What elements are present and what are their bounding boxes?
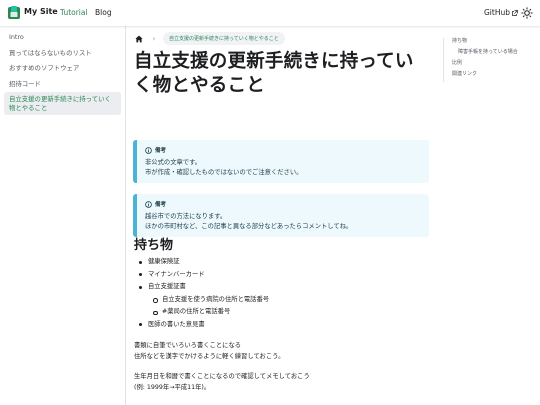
- external-link-icon: [512, 9, 518, 16]
- paragraph-line: (例: 1999年→平成11年)。: [134, 384, 211, 391]
- admonition-text: 市が作成・確認したものではないのでご注意ください。: [145, 168, 303, 176]
- docs-sidebar: Intro 買ってはならないものリスト おすすめのソフトウェア 招待コード 自立…: [0, 26, 126, 405]
- admonition-text: 越谷市での方法になります。: [145, 213, 227, 220]
- breadcrumb-current: 自立支援の更新手続きに持っていく物とやること: [163, 32, 285, 45]
- home-icon[interactable]: [133, 33, 145, 45]
- paragraph-line: 書類に自筆でいろいろ書くことになる: [134, 342, 242, 349]
- github-link[interactable]: GitHub: [484, 8, 518, 17]
- admonition-text: ほかの市町村など、この記事と異なる部分などあったらコメントしてね。: [145, 222, 353, 230]
- nav-link-tutorial[interactable]: Tutorial: [60, 8, 88, 17]
- nav-link-blog[interactable]: Blog: [95, 8, 112, 17]
- doc-content: › 自立支援の更新手続きに持っていく物とやること 自立支援の更新手続きに持ってい…: [133, 26, 433, 405]
- site-logo-icon[interactable]: [8, 6, 20, 19]
- toc-item-belongings[interactable]: 持ち物: [452, 38, 538, 45]
- toc-item-related-links[interactable]: 関連リンク: [452, 71, 538, 78]
- site-brand[interactable]: My Site: [24, 7, 58, 16]
- belongings-list: 健康保険証 マイナンバーカード 自立支援証書 自立支援を使う病院の住所と電話番号…: [134, 258, 430, 333]
- admonition-label: 備考: [155, 148, 167, 154]
- sidebar-item-recommended-software[interactable]: おすすめのソフトウェア: [4, 61, 121, 76]
- github-label: GitHub: [484, 8, 510, 17]
- section-heading: 持ち物: [134, 238, 174, 253]
- list-item: 自立支援証書: [134, 283, 430, 292]
- info-icon: [145, 146, 152, 154]
- info-icon: [145, 200, 152, 208]
- sidebar-item-renewal-procedure[interactable]: 自立支援の更新手続きに持っていく物とやること: [4, 92, 121, 115]
- toc-item-disability-handbook[interactable]: 障害手帳を持っている場合: [452, 49, 538, 56]
- paragraph-line: 住所などを漢字でかけるように軽く練習しておこう。: [134, 353, 285, 360]
- page-title: 自立支援の更新手続きに持っていく物とやること: [134, 51, 414, 96]
- admonition-label: 備考: [155, 202, 167, 208]
- sidebar-item-do-not-buy-list[interactable]: 買ってはならないものリスト: [4, 46, 121, 61]
- admonition-heading: 備考: [145, 200, 421, 208]
- note-admonition: 備考 越谷市での方法になります。 ほかの市町村など、この記事と異なる部分などあっ…: [133, 194, 429, 237]
- admonition-heading: 備考: [145, 146, 421, 154]
- list-item: 健康保険証: [134, 258, 430, 267]
- admonition-text: 非公式の文章です。: [145, 159, 202, 166]
- toc-item-comparison[interactable]: 比例: [452, 60, 538, 67]
- table-of-contents: 持ち物 障害手帳を持っている場合 比例 関連リンク: [443, 38, 538, 82]
- paragraph-line: 生年月日を和暦で書くことになるので確認してメモしておこう: [134, 373, 310, 380]
- navbar: My Site Tutorial Blog GitHub: [0, 0, 540, 26]
- list-item: マイナンバーカード: [134, 271, 430, 280]
- sun-icon[interactable]: [521, 7, 533, 19]
- list-item: 医師の書いた意見書: [134, 321, 430, 330]
- paragraph: 書類に自筆でいろいろ書くことになる 住所などを漢字でかけるように軽く練習しておこ…: [134, 340, 430, 362]
- paragraph: 生年月日を和暦で書くことになるので確認してメモしておこう (例: 1999年→平…: [134, 371, 430, 393]
- list-item: #薬局の住所と電話番号: [134, 308, 430, 317]
- note-admonition: 備考 非公式の文章です。 市が作成・確認したものではないのでご注意ください。: [133, 140, 429, 183]
- sidebar-item-intro[interactable]: Intro: [4, 30, 121, 45]
- sidebar-item-invite-codes[interactable]: 招待コード: [4, 77, 121, 92]
- chevron-right-icon: ›: [152, 34, 156, 43]
- list-item: 自立支援を使う病院の住所と電話番号: [134, 296, 430, 305]
- breadcrumb: › 自立支援の更新手続きに持っていく物とやること: [133, 32, 285, 45]
